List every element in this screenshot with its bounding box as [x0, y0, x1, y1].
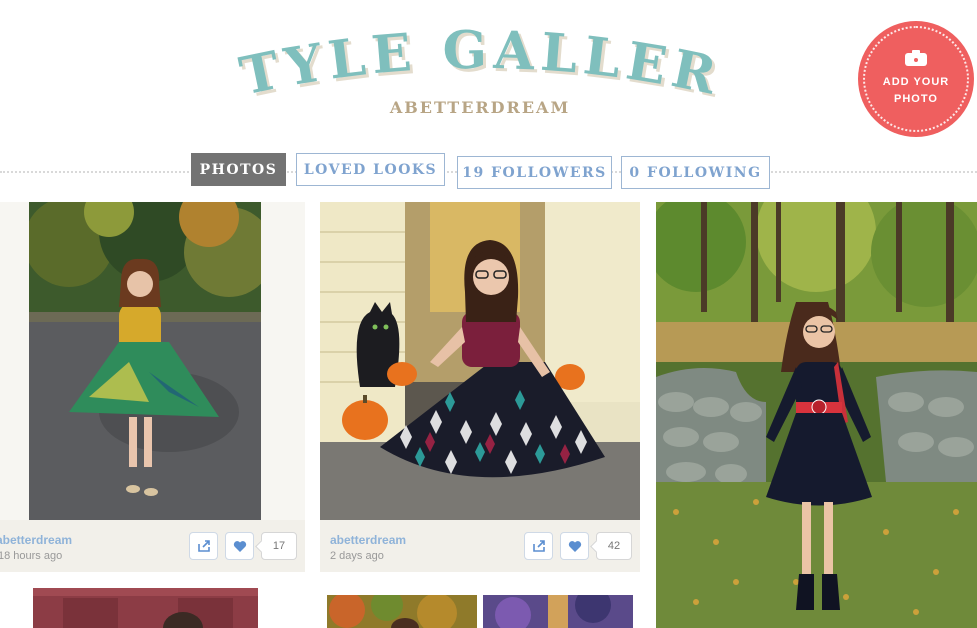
share-button[interactable]: [524, 532, 553, 560]
outfit-photo[interactable]: [483, 595, 633, 628]
camera-icon: [905, 50, 927, 66]
heart-icon: [233, 540, 246, 552]
svg-text:STYLE GALLERY: STYLE GALLERY: [220, 20, 726, 100]
outfit-photo[interactable]: [656, 202, 977, 628]
tab-following[interactable]: 0 FOLLOWING: [621, 156, 770, 189]
love-count: 17: [261, 532, 297, 560]
heart-icon: [568, 540, 581, 552]
tab-loved-looks-label: LOVED LOOKS: [303, 161, 438, 178]
share-icon: [532, 540, 545, 552]
share-button[interactable]: [189, 532, 218, 560]
outfit-photo[interactable]: [320, 202, 640, 522]
tab-photos-label: PHOTOS: [199, 161, 278, 178]
tab-followers-label: 19 FOLLOWERS: [462, 164, 607, 181]
love-count: 42: [596, 532, 632, 560]
post-username[interactable]: abetterdream: [0, 533, 72, 547]
title-text: STYLE GALLERY: [220, 20, 720, 100]
tab-loved-looks[interactable]: LOVED LOOKS: [296, 153, 445, 186]
post-username[interactable]: abetterdream: [330, 533, 406, 547]
outfit-photo[interactable]: [29, 202, 261, 522]
tab-following-label: 0 FOLLOWING: [629, 164, 762, 181]
tab-followers[interactable]: 19 FOLLOWERS: [457, 156, 612, 189]
page-title: STYLE GALLERY STYLE GALLERY: [220, 20, 740, 100]
add-photo-label: ADD YOUR PHOTO: [882, 76, 950, 105]
post-timestamp: 2 days ago: [330, 550, 384, 562]
tab-photos[interactable]: PHOTOS: [191, 153, 286, 186]
outfit-photo[interactable]: [33, 588, 258, 628]
love-button[interactable]: [225, 532, 254, 560]
add-photo-button[interactable]: ADD YOUR PHOTO: [858, 21, 974, 137]
post-timestamp: 18 hours ago: [0, 550, 63, 562]
love-button[interactable]: [560, 532, 589, 560]
post-footer: abetterdream 18 hours ago 17: [0, 520, 305, 572]
post-footer: abetterdream 2 days ago 42: [320, 520, 640, 572]
outfit-photo[interactable]: [327, 595, 477, 628]
share-icon: [197, 540, 210, 552]
profile-name: ABETTERDREAM: [389, 98, 571, 117]
